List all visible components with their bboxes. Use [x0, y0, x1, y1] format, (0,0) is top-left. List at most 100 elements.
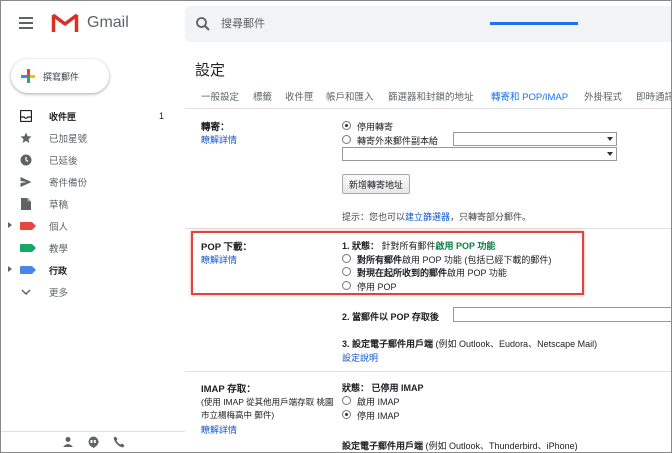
- imap-status-line: 狀態： 已停用 IMAP: [342, 381, 424, 394]
- tip-suffix: ，只轉寄部分郵件。: [450, 212, 532, 222]
- sidebar-item-inbox[interactable]: 收件匣 1: [1, 105, 176, 127]
- tab-filters-blocked[interactable]: 篩選器和封鎖的地址: [388, 89, 474, 103]
- draft-icon: [19, 197, 33, 211]
- clock-icon: [19, 153, 33, 167]
- sidebar-item-label: 教學: [49, 244, 69, 255]
- sidebar-item-label: 已加星號: [49, 134, 88, 145]
- sidebar-item-label: 更多: [49, 288, 69, 299]
- sidebar-item-label: 個人: [49, 222, 69, 233]
- page-title: 設定: [195, 62, 226, 79]
- pop-step3-line: 3. 設定電子郵件用戶端 (例如 Outlook、Eudora、Netscape…: [342, 337, 597, 350]
- tab-inbox[interactable]: 收件匣: [285, 89, 314, 103]
- imap-client-line: 設定電子郵件用戶端 (例如 Outlook、Thunderbird、iPhone…: [342, 439, 578, 452]
- pop-step3-rest: (例如 Outlook、Eudora、Netscape Mail): [435, 339, 598, 349]
- dropdown-arrow-icon: [607, 152, 613, 156]
- imap-status-prefix: 狀態：: [342, 383, 370, 393]
- sidebar-item-sent[interactable]: 寄件備份: [1, 171, 176, 193]
- search-icon[interactable]: [195, 16, 211, 32]
- pop-from-now-rest: 啟用 POP 功能: [447, 268, 507, 278]
- tab-forwarding-pop-imap[interactable]: 轉寄和 POP/IMAP: [491, 89, 568, 103]
- pop-section-label: POP 下載：: [201, 242, 253, 253]
- imap-disable-label: 停用 IMAP: [357, 411, 400, 421]
- sidebar-item-personal[interactable]: 個人: [1, 215, 176, 237]
- pop-step3-bold: 3. 設定電子郵件用戶端: [342, 339, 434, 349]
- tab-addons[interactable]: 外掛程式: [584, 89, 622, 103]
- disable-forwarding-radio[interactable]: [342, 121, 351, 130]
- sidebar-item-admin[interactable]: 行政: [1, 259, 176, 281]
- send-icon: [19, 175, 33, 189]
- hangouts-icon[interactable]: [87, 436, 99, 449]
- forward-copy-label: 轉寄外來郵件副本給: [357, 136, 439, 146]
- expand-caret-icon[interactable]: [8, 266, 12, 272]
- imap-enable-radio[interactable]: [342, 396, 351, 405]
- tab-accounts-import[interactable]: 帳戶和匯入: [326, 89, 374, 103]
- main-menu-icon[interactable]: [19, 17, 33, 29]
- pop-after-access-select[interactable]: [453, 307, 671, 322]
- gmail-logo-icon: [51, 13, 79, 33]
- sidebar-item-drafts[interactable]: 草稿: [1, 193, 176, 215]
- tab-chat[interactable]: 即時通訊: [636, 89, 671, 103]
- pop-step2-label: 2. 當郵件以 POP 存取後: [342, 312, 439, 322]
- pop-all-mail-bold: 對所有郵件: [357, 255, 403, 265]
- contacts-icon[interactable]: [62, 436, 74, 448]
- pop-status-line: 1. 狀態： 針對所有郵件啟用 POP 功能: [342, 239, 495, 252]
- sidebar-item-snoozed[interactable]: 已延後: [1, 149, 176, 171]
- gmail-window: Gmail 撰寫郵件 收件匣 1 已加星號: [0, 0, 672, 453]
- pop-from-now-label: 對現在起所收到的郵件啟用 POP 功能: [357, 266, 507, 279]
- search-input[interactable]: [221, 15, 521, 33]
- section-divider: [185, 228, 671, 229]
- pop-disable-label: 停用 POP: [357, 282, 397, 292]
- pop-all-mail-rest: 啟用 POP 功能 (包括已經下載的郵件): [402, 255, 552, 265]
- label-icon: [19, 241, 36, 255]
- forward-address-select[interactable]: [453, 132, 617, 146]
- forward-action-select[interactable]: [342, 147, 617, 161]
- pop-all-mail-radio[interactable]: [342, 254, 351, 263]
- sidebar-item-label: 行政: [49, 265, 68, 276]
- imap-description: (使用 IMAP 從其他用戶端存取 桃園市立楊梅高中 郵件): [201, 397, 334, 420]
- tip-prefix: 提示：您也可以: [342, 212, 406, 222]
- pop-setup-instructions-link[interactable]: 設定說明: [342, 351, 378, 364]
- pop-disable-radio[interactable]: [342, 281, 351, 290]
- forwarding-tip: 提示：您也可以建立篩選器，只轉寄部分郵件。: [342, 210, 531, 223]
- pop-from-now-bold: 對現在起所收到的郵件: [357, 268, 448, 278]
- tab-general[interactable]: 一般設定: [201, 89, 239, 103]
- chevron-down-icon: [19, 285, 33, 299]
- sidebar-item-more[interactable]: 更多: [1, 281, 176, 303]
- forwarding-section-label: 轉寄：: [201, 122, 230, 133]
- label-icon: [19, 263, 36, 277]
- pop-status-prefix: 1. 狀態：: [342, 241, 380, 251]
- dropdown-arrow-icon: [607, 137, 613, 141]
- add-forwarding-address-button[interactable]: 新增轉寄地址: [342, 174, 411, 194]
- compose-button[interactable]: 撰寫郵件: [11, 59, 109, 93]
- pop-learn-more-link[interactable]: 瞭解詳情: [201, 253, 237, 266]
- imap-status-value: 已停用 IMAP: [371, 383, 424, 393]
- pop-status-text: 針對所有郵件: [381, 241, 436, 251]
- sidebar-item-starred[interactable]: 已加星號: [1, 127, 176, 149]
- expand-caret-icon[interactable]: [8, 222, 12, 228]
- imap-enable-label: 啟用 IMAP: [357, 397, 400, 407]
- imap-learn-more-link[interactable]: 瞭解詳情: [201, 423, 237, 436]
- sidebar-item-teaching[interactable]: 教學: [1, 237, 176, 259]
- phone-icon[interactable]: [113, 436, 125, 448]
- compose-plus-icon: [21, 69, 35, 83]
- imap-client-rest: (例如 Outlook、Thunderbird、iPhone): [425, 441, 578, 451]
- sidebar-item-label: 已延後: [49, 156, 78, 167]
- section-divider: [185, 371, 671, 372]
- label-icon: [19, 219, 36, 233]
- hangouts-bar: [1, 431, 185, 452]
- sidebar-item-label: 收件匣: [49, 111, 77, 122]
- tab-labels[interactable]: 標籤: [253, 89, 272, 103]
- forwarding-learn-more-link[interactable]: 瞭解詳情: [201, 133, 237, 146]
- pop-from-now-radio[interactable]: [342, 267, 351, 276]
- pop-status-value: 啟用 POP 功能: [435, 241, 496, 251]
- imap-section-label: IMAP 存取：: [201, 384, 256, 395]
- create-filter-link[interactable]: 建立篩選器: [405, 212, 450, 222]
- inbox-unread-count: 1: [158, 111, 164, 121]
- search-bar[interactable]: [185, 6, 671, 42]
- active-tab-indicator: [490, 22, 578, 25]
- imap-client-bold: 設定電子郵件用戶端: [342, 441, 424, 451]
- forward-copy-radio[interactable]: [342, 135, 351, 144]
- imap-disable-radio[interactable]: [342, 410, 351, 419]
- sidebar-nav: 收件匣 1 已加星號 已延後 寄件備份 草稿 個人 教學 行政 更多: [1, 105, 176, 303]
- settings-tabs: 一般設定 標籤 收件匣 帳戶和匯入 篩選器和封鎖的地址 轉寄和 POP/IMAP…: [185, 85, 671, 109]
